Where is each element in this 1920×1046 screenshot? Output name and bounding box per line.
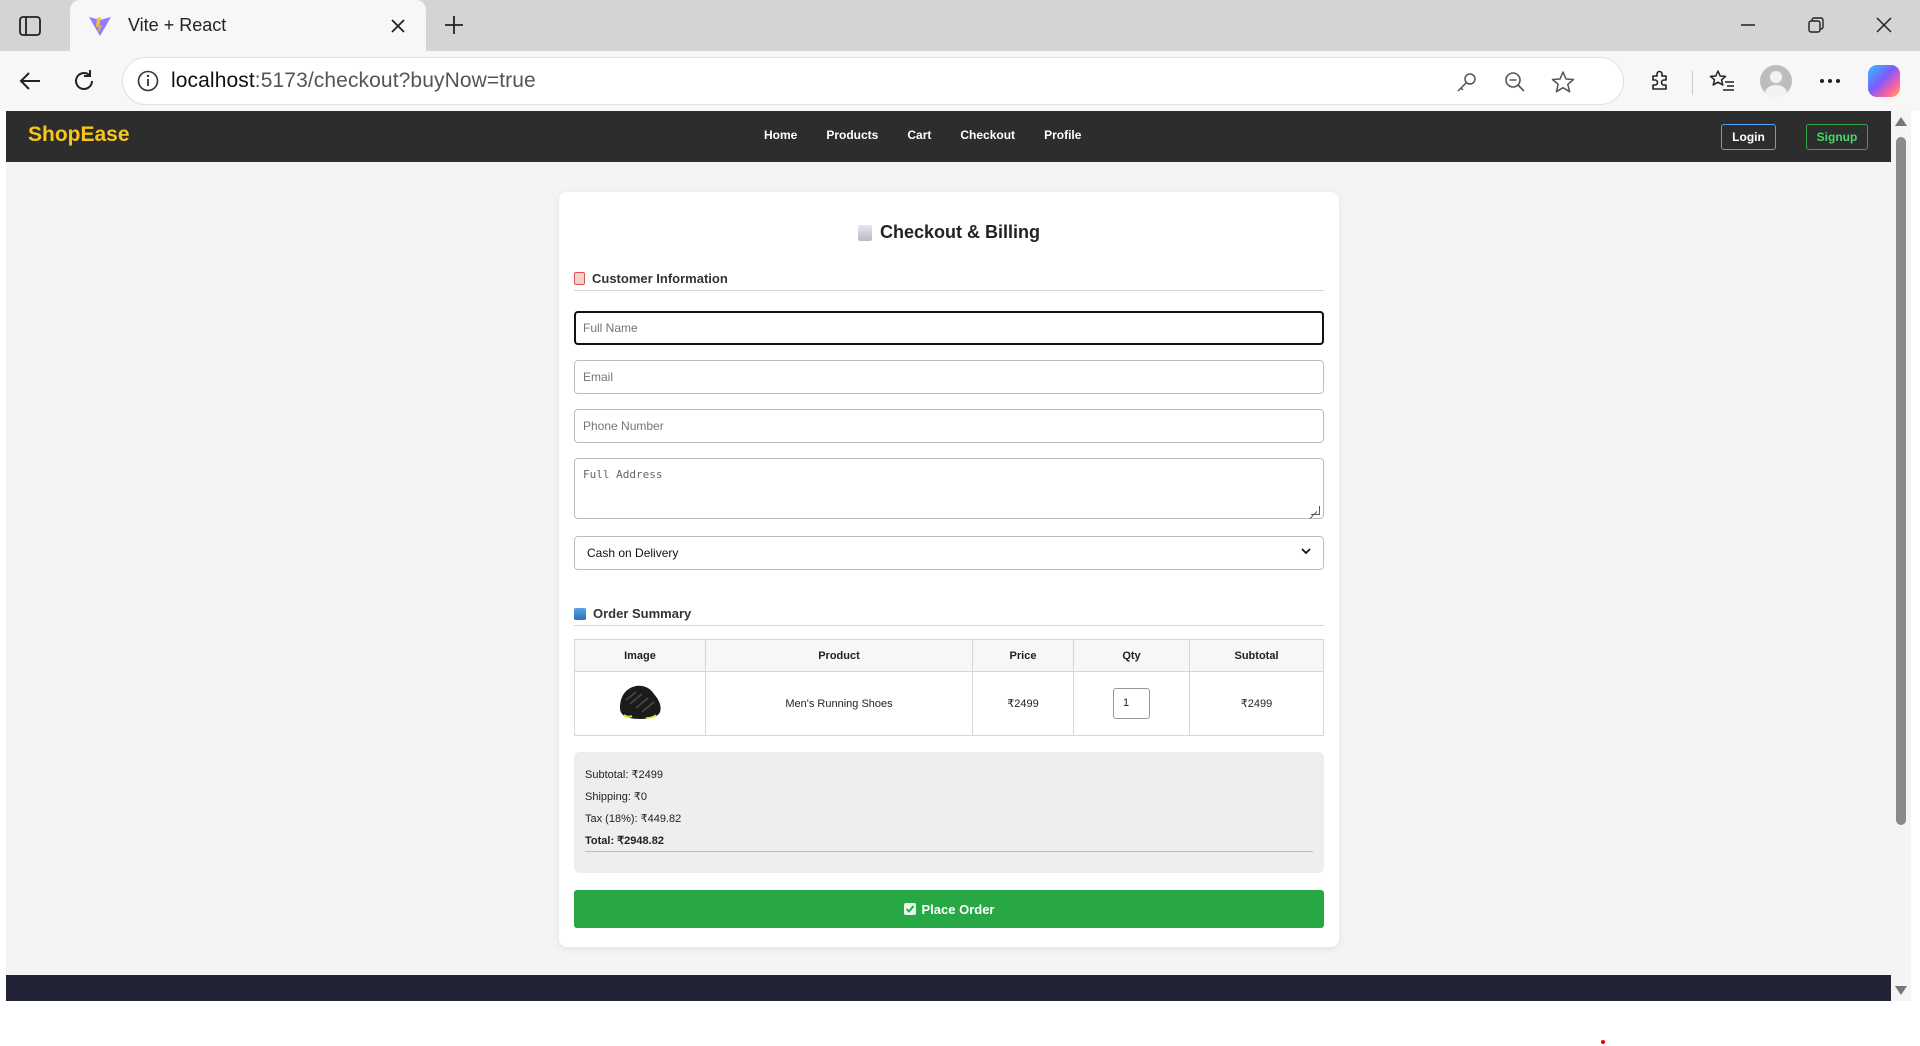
chevron-down-icon <box>1301 548 1311 555</box>
full-name-input[interactable] <box>574 311 1324 345</box>
product-price-cell: ₹2499 <box>972 671 1074 736</box>
nav-link-products[interactable]: Products <box>826 128 878 142</box>
email-input[interactable] <box>574 360 1324 394</box>
nav-link-checkout[interactable]: Checkout <box>960 128 1015 142</box>
column-header-image: Image <box>574 639 706 672</box>
url-text[interactable]: localhost:5173/checkout?buyNow=true <box>171 69 536 93</box>
order-table: Image Product Price Qty Subtotal Men's R… <box>574 639 1324 736</box>
order-summary-heading-text: Order Summary <box>593 606 692 621</box>
login-button[interactable]: Login <box>1721 124 1776 150</box>
summary-subtotal: Subtotal: ₹2499 <box>585 769 663 781</box>
product-name-cell: Men's Running Shoes <box>705 671 973 736</box>
favorite-star-icon[interactable] <box>1547 66 1579 98</box>
site-info-icon[interactable] <box>133 66 163 96</box>
page-title: Checkout & Billing <box>559 222 1339 243</box>
extensions-puzzle-icon[interactable] <box>1642 63 1678 99</box>
tab-title: Vite + React <box>128 15 227 35</box>
restore-window-icon[interactable] <box>1788 6 1844 44</box>
browser-tabstrip: Vite + React <box>0 0 1920 51</box>
vite-logo-icon <box>88 14 112 38</box>
more-options-icon[interactable] <box>1812 63 1848 99</box>
nav-link-home[interactable]: Home <box>764 128 797 142</box>
place-order-label: Place Order <box>921 901 995 917</box>
toolbar-separator <box>1692 71 1693 95</box>
site-navbar: ShopEase Home Products Cart Checkout Pro… <box>6 111 1891 162</box>
checkmark-icon <box>903 903 916 915</box>
browser-toolbar: localhost:5173/checkout?buyNow=true <box>0 51 1920 111</box>
clipboard-icon <box>574 272 585 285</box>
address-textarea[interactable]: Full Address <box>574 458 1324 519</box>
place-order-button[interactable]: Place Order <box>574 890 1324 928</box>
shopping-bag-icon <box>574 607 586 620</box>
product-image-cell <box>574 671 706 736</box>
password-key-icon[interactable] <box>1451 66 1483 98</box>
url-path: :5173/checkout?buyNow=true <box>254 69 536 92</box>
scrollbar-thumb[interactable] <box>1896 137 1906 825</box>
back-arrow-icon[interactable] <box>12 63 48 99</box>
copilot-icon[interactable] <box>1866 63 1902 99</box>
favorites-list-icon[interactable] <box>1704 63 1740 99</box>
browser-tab-active[interactable]: Vite + React <box>70 0 426 51</box>
table-header-row: Image Product Price Qty Subtotal <box>574 639 1324 672</box>
column-header-qty: Qty <box>1073 639 1190 672</box>
address-placeholder: Full Address <box>583 468 663 481</box>
nav-links: Home Products Cart Checkout Profile <box>764 128 1110 142</box>
page-viewport: ShopEase Home Products Cart Checkout Pro… <box>6 111 1891 1001</box>
tab-actions-icon[interactable] <box>14 10 46 42</box>
product-image <box>616 682 664 722</box>
phone-input[interactable] <box>574 409 1324 443</box>
address-bar[interactable]: localhost:5173/checkout?buyNow=true <box>122 57 1624 105</box>
reload-icon[interactable] <box>66 63 102 99</box>
zoom-out-icon[interactable] <box>1499 66 1531 98</box>
column-header-subtotal: Subtotal <box>1189 639 1324 672</box>
quantity-input[interactable]: 1 <box>1113 688 1150 719</box>
site-footer <box>6 975 1891 1001</box>
price-summary-box: Subtotal: ₹2499 Shipping: ₹0 Tax (18%): … <box>574 752 1324 873</box>
table-row: Men's Running Shoes ₹2499 1 ₹2499 <box>574 671 1324 736</box>
page-scrollbar[interactable] <box>1891 111 1911 1001</box>
row-subtotal-cell: ₹2499 <box>1189 671 1324 736</box>
url-host: localhost <box>171 69 255 92</box>
minimize-window-icon[interactable] <box>1720 6 1776 44</box>
customer-info-heading: Customer Information <box>574 271 1324 291</box>
scroll-down-arrow-icon[interactable] <box>1895 986 1907 995</box>
customer-info-heading-text: Customer Information <box>592 271 728 286</box>
qty-cell: 1 <box>1073 671 1190 736</box>
new-tab-icon[interactable] <box>438 9 470 41</box>
nav-link-profile[interactable]: Profile <box>1044 128 1081 142</box>
summary-tax: Tax (18%): ₹449.82 <box>585 813 682 825</box>
column-header-product: Product <box>705 639 973 672</box>
close-window-icon[interactable] <box>1856 6 1912 44</box>
column-header-price: Price <box>972 639 1074 672</box>
resize-handle-icon[interactable] <box>1311 506 1320 515</box>
signup-button[interactable]: Signup <box>1806 124 1868 150</box>
order-summary-heading: Order Summary <box>574 606 1324 626</box>
payment-method-select[interactable]: Cash on Delivery <box>574 536 1324 570</box>
payment-method-value: Cash on Delivery <box>587 546 679 560</box>
page-title-text: Checkout & Billing <box>879 222 1040 242</box>
summary-shipping: Shipping: ₹0 <box>585 791 648 803</box>
summary-total: Total: ₹2948.82 <box>585 834 1313 852</box>
checkout-card: Checkout & Billing Customer Information … <box>559 192 1339 947</box>
receipt-icon <box>857 224 872 241</box>
profile-avatar[interactable] <box>1758 63 1794 99</box>
scroll-up-arrow-icon[interactable] <box>1895 117 1907 126</box>
brand-logo[interactable]: ShopEase <box>28 123 130 147</box>
indicator-dot <box>1601 1040 1605 1044</box>
nav-link-cart[interactable]: Cart <box>907 128 931 142</box>
close-tab-icon[interactable] <box>384 12 412 40</box>
